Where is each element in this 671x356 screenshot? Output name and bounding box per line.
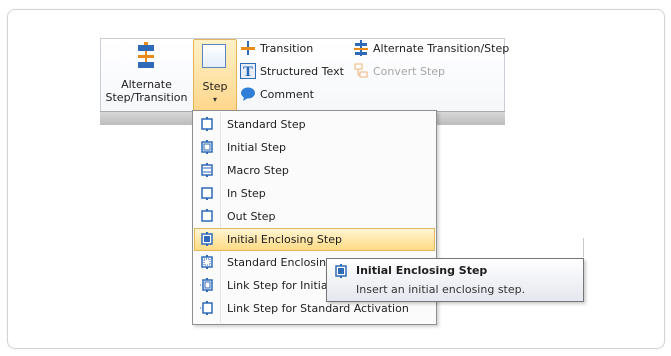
alternate-transition-step-button[interactable]: Alternate Transition/Step bbox=[353, 39, 509, 59]
structured-text-label: Structured Text bbox=[260, 65, 344, 78]
menu-item-label: Link Step for Initia bbox=[227, 279, 328, 292]
step-icon bbox=[202, 44, 226, 68]
alternate-step-transition-icon bbox=[138, 42, 154, 68]
transition-button[interactable]: Transition bbox=[240, 39, 313, 59]
menu-item-label: Initial Enclosing Step bbox=[227, 233, 342, 246]
menu-item-label: Standard Enclosin bbox=[227, 256, 327, 269]
tooltip-description: Insert an initial enclosing step. bbox=[356, 283, 526, 296]
tooltip: Initial Enclosing Step Insert an initial… bbox=[326, 258, 584, 302]
convert-step-label: Convert Step bbox=[373, 65, 446, 78]
initial-step-icon bbox=[201, 140, 213, 154]
in-step-icon bbox=[201, 187, 213, 200]
initial-enclosing-step-icon bbox=[335, 264, 347, 278]
link-step-initial-icon bbox=[200, 278, 213, 292]
menu-item-label: Macro Step bbox=[227, 164, 289, 177]
structured-text-button[interactable]: T Structured Text bbox=[240, 62, 344, 82]
initial-enclosing-step-icon bbox=[201, 232, 213, 246]
alternate-button-label-line1: Alternate bbox=[121, 78, 172, 91]
standard-enclosing-step-icon bbox=[201, 255, 213, 269]
menu-item-macro-step[interactable]: Macro Step bbox=[194, 159, 435, 182]
structured-text-icon: T bbox=[240, 63, 256, 79]
menu-item-label: Standard Step bbox=[227, 118, 306, 131]
convert-step-button[interactable]: Convert Step bbox=[353, 62, 445, 82]
alternate-step-transition-button[interactable]: Alternate Step/Transition bbox=[104, 40, 189, 110]
alternate-transition-step-label: Alternate Transition/Step bbox=[373, 42, 510, 55]
comment-icon bbox=[241, 87, 255, 101]
background-edge-line bbox=[583, 238, 584, 257]
standard-step-icon bbox=[201, 117, 213, 131]
menu-item-label: In Step bbox=[227, 187, 266, 200]
alternate-button-label-line2: Step/Transition bbox=[105, 91, 188, 104]
link-step-standard-icon bbox=[200, 301, 213, 315]
step-button-label: Step bbox=[202, 80, 228, 93]
transition-icon bbox=[241, 41, 255, 55]
alternate-transition-icon bbox=[354, 40, 368, 56]
menu-item-out-step[interactable]: Out Step bbox=[194, 205, 435, 228]
transition-label: Transition bbox=[260, 42, 314, 55]
out-step-icon bbox=[201, 209, 213, 222]
chevron-down-icon: ▾ bbox=[212, 95, 217, 104]
convert-step-icon bbox=[354, 63, 368, 78]
svg-text:T: T bbox=[243, 65, 253, 79]
comment-label: Comment bbox=[260, 88, 314, 101]
menu-item-standard-step[interactable]: Standard Step bbox=[194, 113, 435, 136]
macro-step-icon bbox=[201, 163, 213, 177]
menu-item-initial-enclosing-step[interactable]: Initial Enclosing Step bbox=[194, 228, 435, 251]
menu-item-initial-step[interactable]: Initial Step bbox=[194, 136, 435, 159]
tooltip-title: Initial Enclosing Step bbox=[356, 264, 488, 277]
menu-item-label: Initial Step bbox=[227, 141, 286, 154]
step-dropdown-button[interactable]: Step ▾ bbox=[193, 39, 237, 113]
comment-button[interactable]: Comment bbox=[240, 85, 314, 105]
menu-item-label: Out Step bbox=[227, 210, 276, 223]
menu-item-in-step[interactable]: In Step bbox=[194, 182, 435, 205]
